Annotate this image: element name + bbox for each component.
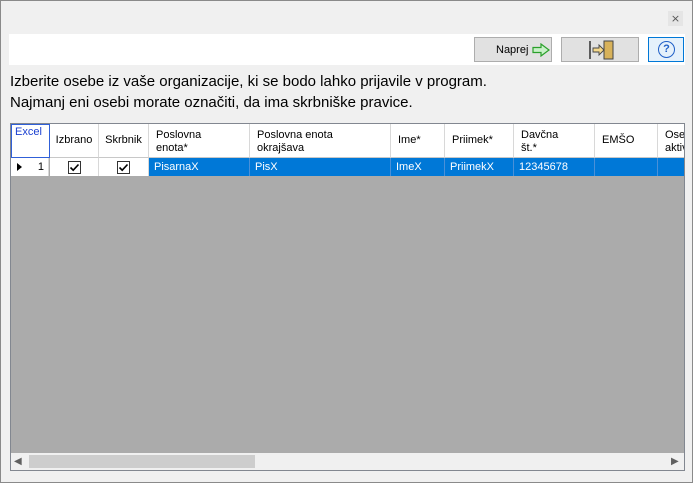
cell-poslovna-enota[interactable]: PisarnaX bbox=[149, 158, 250, 176]
checkmark-icon bbox=[69, 163, 80, 172]
exit-door-icon bbox=[589, 40, 614, 60]
column-header-okrajsava[interactable]: Poslovna enota okrajšava bbox=[250, 124, 391, 158]
row-number: 1 bbox=[37, 161, 44, 173]
help-button[interactable]: ? bbox=[648, 37, 684, 62]
checkmark-icon bbox=[118, 163, 129, 172]
column-header-izbrano[interactable]: Izbrano bbox=[50, 124, 99, 158]
cell-ime[interactable]: ImeX bbox=[391, 158, 445, 176]
cell-priimek[interactable]: PriimekX bbox=[445, 158, 514, 176]
users-grid[interactable]: Excel Izbrano Skrbnik Poslovna enota* Po… bbox=[10, 123, 685, 471]
current-row-icon bbox=[17, 163, 22, 171]
skrbnik-checkbox[interactable] bbox=[117, 161, 130, 174]
column-header-skrbnik[interactable]: Skrbnik bbox=[99, 124, 149, 158]
toolbar: Naprej ? bbox=[9, 34, 685, 65]
cell-davcna[interactable]: 12345678 bbox=[514, 158, 595, 176]
cell-emso[interactable] bbox=[595, 158, 658, 176]
cell-okrajsava[interactable]: PisX bbox=[250, 158, 391, 176]
scrollbar-thumb[interactable] bbox=[29, 455, 255, 468]
grid-header: Excel Izbrano Skrbnik Poslovna enota* Po… bbox=[11, 124, 684, 158]
arrow-right-icon bbox=[532, 42, 550, 60]
next-button-label: Naprej bbox=[496, 44, 529, 56]
title-bar: × bbox=[2, 2, 691, 34]
cell-izbrano bbox=[50, 158, 99, 176]
column-header-poslovna-enota[interactable]: Poslovna enota* bbox=[149, 124, 250, 158]
column-header-davcna[interactable]: Davčna št.* bbox=[514, 124, 595, 158]
instruction-line-1: Izberite osebe iz vaše organizacije, ki … bbox=[10, 73, 487, 90]
dialog-window: × Naprej ? Izberite osebe iz vaše organi… bbox=[0, 0, 693, 483]
close-button[interactable]: × bbox=[668, 11, 683, 26]
row-header[interactable]: 1 bbox=[11, 158, 49, 176]
column-header-priimek[interactable]: Priimek* bbox=[445, 124, 514, 158]
column-header-ime[interactable]: Ime* bbox=[391, 124, 445, 158]
cell-aktiv[interactable] bbox=[658, 158, 684, 176]
instruction-line-2: Najmanj eni osebi morate označiti, da im… bbox=[10, 94, 413, 111]
scroll-left-icon[interactable]: ◀ bbox=[14, 456, 22, 467]
help-icon: ? bbox=[658, 41, 675, 58]
next-button[interactable]: Naprej bbox=[474, 37, 552, 62]
table-row[interactable]: 1 PisarnaX PisX ImeX PriimekX 12345678 bbox=[11, 158, 684, 176]
excel-export-button[interactable]: Excel bbox=[11, 124, 50, 158]
horizontal-scrollbar[interactable]: ◀ ▶ bbox=[11, 453, 684, 470]
exit-button[interactable] bbox=[561, 37, 639, 62]
scroll-right-icon[interactable]: ▶ bbox=[671, 456, 679, 467]
cell-skrbnik bbox=[99, 158, 149, 176]
izbrano-checkbox[interactable] bbox=[68, 161, 81, 174]
column-header-aktiv[interactable]: Ose aktiv bbox=[658, 124, 684, 158]
column-header-emso[interactable]: EMŠO bbox=[595, 124, 658, 158]
